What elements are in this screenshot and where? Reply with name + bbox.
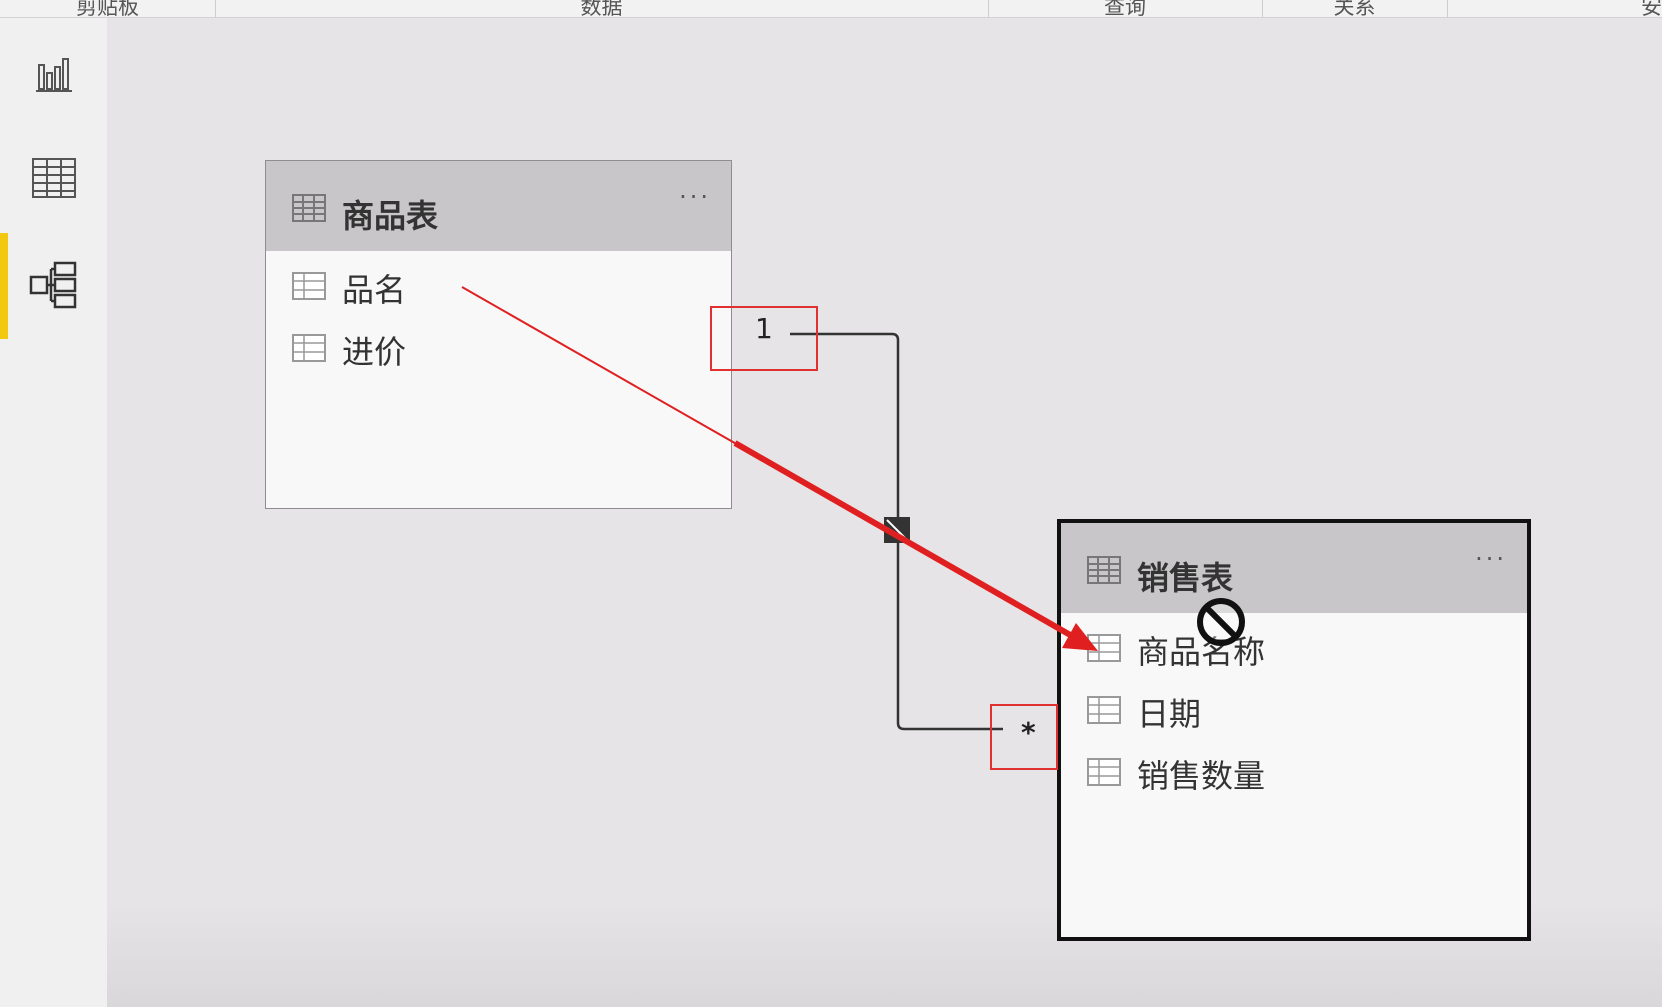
not-allowed-cursor-icon — [1197, 598, 1245, 646]
annotation-arrow — [461, 286, 1098, 651]
